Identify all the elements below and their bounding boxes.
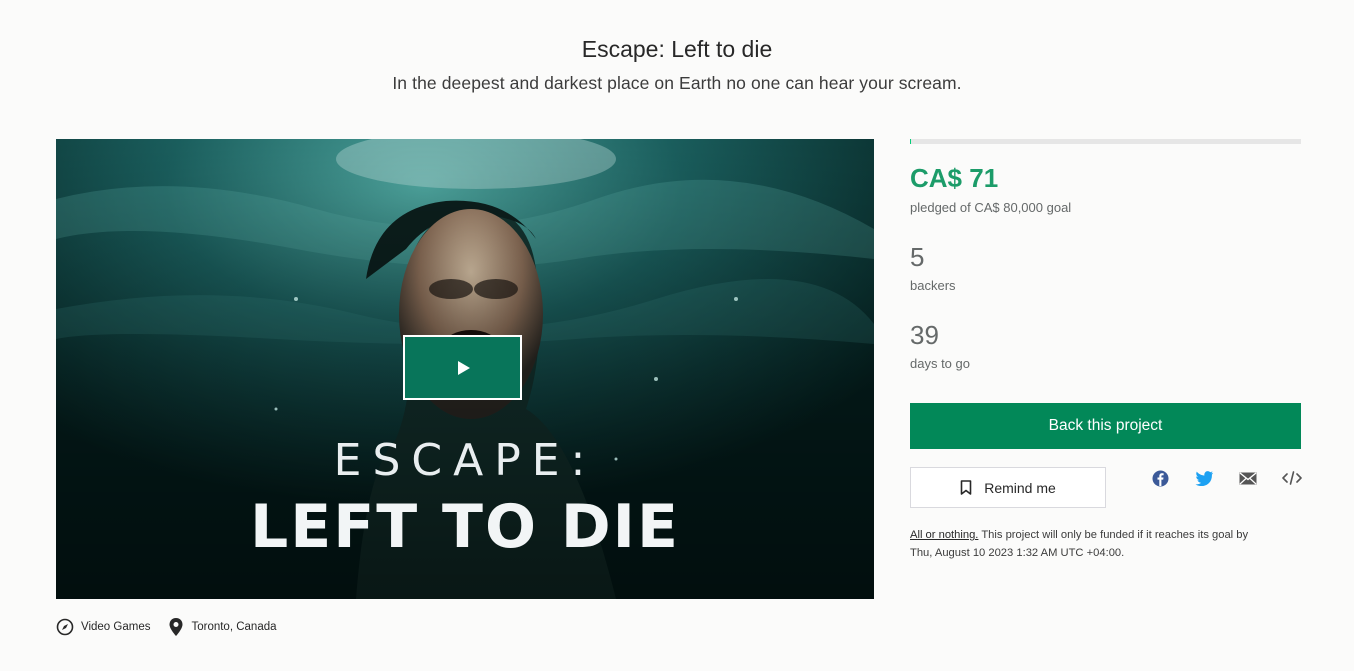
bookmark-icon <box>960 480 972 495</box>
back-project-button[interactable]: Back this project <box>910 403 1301 449</box>
backers-label: backers <box>910 278 956 293</box>
share-embed-button[interactable] <box>1282 468 1302 488</box>
category-link[interactable]: Video Games <box>56 618 150 636</box>
map-pin-icon <box>169 618 183 636</box>
artwork-title-line2: LEFT TO DIE <box>250 492 680 562</box>
play-video-button[interactable] <box>403 335 522 400</box>
embed-icon <box>1282 471 1302 485</box>
facebook-icon <box>1152 470 1168 486</box>
funding-notice-text: This project will only be funded if it r… <box>978 529 1249 541</box>
share-twitter-button[interactable] <box>1194 468 1214 488</box>
all-or-nothing-link[interactable]: All or nothing. <box>910 529 978 541</box>
project-video[interactable]: ESCAPE: LEFT TO DIE <box>56 139 874 599</box>
category-label: Video Games <box>81 621 151 633</box>
funding-notice: All or nothing. This project will only b… <box>910 526 1310 562</box>
project-meta: Video Games Toronto, Canada <box>56 617 295 637</box>
share-email-button[interactable] <box>1238 468 1258 488</box>
share-facebook-button[interactable] <box>1150 468 1170 488</box>
remind-me-button[interactable]: Remind me <box>910 467 1106 508</box>
location-label: Toronto, Canada <box>191 621 277 633</box>
project-title: Escape: Left to die <box>581 36 773 62</box>
days-to-go-label: days to go <box>910 356 970 371</box>
compass-icon <box>56 618 74 636</box>
days-to-go-count: 39 <box>910 320 939 350</box>
pledged-amount: CA$ 71 <box>910 163 999 193</box>
twitter-icon <box>1195 470 1213 486</box>
project-blurb: In the deepest and darkest place on Eart… <box>392 73 962 93</box>
backers-count: 5 <box>910 242 925 272</box>
funding-deadline: Thu, August 10 2023 1:32 AM UTC +04:00. <box>910 547 1125 559</box>
email-icon <box>1239 471 1257 484</box>
remind-me-label: Remind me <box>984 479 1056 496</box>
location-link[interactable]: Toronto, Canada <box>168 617 277 637</box>
artwork-title-line1: ESCAPE: <box>333 435 597 486</box>
play-icon <box>458 360 470 375</box>
funding-progress-bar <box>910 139 1301 144</box>
pledged-goal-label: pledged of CA$ 80,000 goal <box>910 200 1072 215</box>
